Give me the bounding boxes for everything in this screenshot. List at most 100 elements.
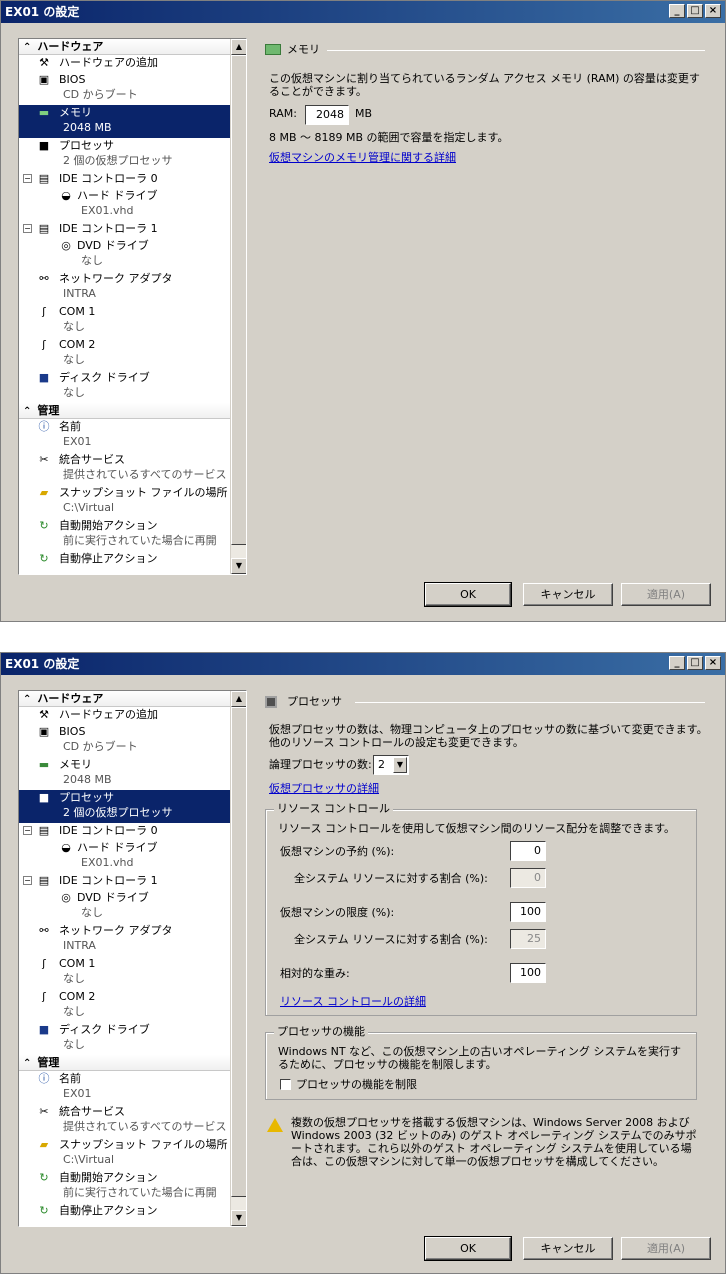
tree-scrollbar[interactable]: ▲ ▼ — [230, 691, 246, 1226]
disk-icon: ◒ — [61, 189, 71, 202]
tree-item-disk-drive[interactable]: ■ ディスク ドライブ なし — [19, 1022, 231, 1055]
scroll-up-button[interactable]: ▲ — [231, 691, 246, 707]
weight-input[interactable]: 100 — [510, 963, 546, 983]
network-icon: ⚯ — [39, 924, 49, 937]
processor-count-select[interactable]: 2 ▼ — [373, 755, 409, 775]
ram-input[interactable]: 2048 — [305, 105, 349, 125]
section-management[interactable]: ⌃ 管理 — [19, 1055, 231, 1071]
tree-item-bios[interactable]: ▣ BIOS CD からブート — [19, 72, 231, 105]
tree-item-processor[interactable]: ■ プロセッサ 2 個の仮想プロセッサ — [19, 790, 231, 823]
tree-item-snapshot-location[interactable]: ▰ スナップショット ファイルの場所 C:\Virtual — [19, 485, 231, 518]
tree-item-memory[interactable]: ▬ メモリ 2048 MB — [19, 757, 231, 790]
dvd-icon: ◎ — [61, 239, 71, 252]
scroll-thumb[interactable] — [231, 55, 246, 545]
collapse-toggle[interactable]: − — [23, 876, 32, 885]
apply-button[interactable]: 適用(A) — [621, 583, 711, 606]
scroll-thumb[interactable] — [231, 707, 246, 1197]
tree-item-integration-services[interactable]: ✂ 統合サービス 提供されているすべてのサービス — [19, 452, 231, 485]
collapse-toggle[interactable]: − — [23, 826, 32, 835]
tree-item-ide0[interactable]: − ▤ IDE コントローラ 0 — [19, 171, 231, 188]
collapse-icon: ⌃ — [23, 1058, 32, 1069]
dropdown-arrow-icon: ▼ — [393, 757, 407, 773]
ok-button[interactable]: OK — [424, 582, 512, 607]
refresh-icon: ↻ — [39, 1204, 49, 1217]
maximize-button[interactable]: □ — [687, 656, 703, 670]
tools-icon: ✂ — [39, 1105, 49, 1118]
weight-label: 相対的な重み: — [280, 967, 350, 980]
window-titlebar: EX01 の設定 _ □ × — [1, 1, 725, 23]
maximize-button[interactable]: □ — [687, 4, 703, 18]
section-hardware[interactable]: ⌃ ハードウェア — [19, 39, 231, 55]
section-management[interactable]: ⌃ 管理 — [19, 403, 231, 419]
processor-functionality-title: プロセッサの機能 — [274, 1025, 368, 1039]
cancel-button[interactable]: キャンセル — [523, 583, 613, 606]
tree-item-hard-drive[interactable]: ◒ ハード ドライブ EX01.vhd — [19, 840, 231, 873]
tree-item-ide0[interactable]: − ▤ IDE コントローラ 0 — [19, 823, 231, 840]
tree-item-bios[interactable]: ▣ BIOS CD からブート — [19, 724, 231, 757]
memory-help-link[interactable]: 仮想マシンのメモリ管理に関する詳細 — [269, 151, 456, 165]
collapse-toggle[interactable]: − — [23, 224, 32, 233]
processor-functionality-group: プロセッサの機能 Windows NT など、この仮想マシン上の古いオペレーティ… — [265, 1025, 697, 1100]
processor-help-link[interactable]: 仮想プロセッサの詳細 — [269, 782, 379, 796]
tree-item-com2[interactable]: ʃ COM 2 なし — [19, 989, 231, 1022]
processor-settings-panel: プロセッサ 仮想プロセッサの数は、物理コンピュータ上のプロセッサの数に基づいて変… — [255, 686, 715, 1231]
warning-text: 複数の仮想プロセッサを搭載する仮想マシンは、Windows Server 200… — [291, 1116, 697, 1168]
cancel-button[interactable]: キャンセル — [523, 1237, 613, 1260]
close-button[interactable]: × — [705, 4, 721, 18]
scroll-up-button[interactable]: ▲ — [231, 39, 246, 55]
tree-item-name[interactable]: ⓘ 名前 EX01 — [19, 419, 231, 452]
limit-functionality-checkbox[interactable] — [280, 1079, 291, 1090]
tree-item-com1[interactable]: ʃ COM 1 なし — [19, 304, 231, 337]
tree-item-network-adapter[interactable]: ⚯ ネットワーク アダプタ INTRA — [19, 271, 231, 304]
collapse-icon: ⌃ — [23, 42, 32, 53]
tree-item-autostop[interactable]: ↻ 自動停止アクション — [19, 551, 231, 568]
tree-item-add-hardware[interactable]: ⚒ ハードウェアの追加 — [19, 707, 231, 724]
tree-item-ide1[interactable]: − ▤ IDE コントローラ 1 — [19, 873, 231, 890]
tree-item-dvd-drive[interactable]: ◎ DVD ドライブ なし — [19, 238, 231, 271]
tree-item-ide1[interactable]: − ▤ IDE コントローラ 1 — [19, 221, 231, 238]
tools-icon: ✂ — [39, 453, 49, 466]
controller-icon: ▤ — [38, 824, 50, 837]
tree-item-memory[interactable]: ▬ メモリ 2048 MB — [19, 105, 231, 138]
tree-item-autostop[interactable]: ↻ 自動停止アクション — [19, 1203, 231, 1220]
tree-item-snapshot-location[interactable]: ▰ スナップショット ファイルの場所 C:\Virtual — [19, 1137, 231, 1170]
tree-item-com1[interactable]: ʃ COM 1 なし — [19, 956, 231, 989]
tree-item-hard-drive[interactable]: ◒ ハード ドライブ EX01.vhd — [19, 188, 231, 221]
resource-control-help-link[interactable]: リソース コントロールの詳細 — [280, 995, 426, 1009]
collapse-toggle[interactable]: − — [23, 174, 32, 183]
warning-icon — [267, 1118, 283, 1132]
wrench-icon: ⚒ — [39, 708, 49, 721]
tree-item-add-hardware[interactable]: ⚒ ハードウェアの追加 — [19, 55, 231, 72]
info-icon: ⓘ — [38, 1072, 50, 1085]
folder-icon: ▰ — [39, 486, 49, 499]
info-icon: ⓘ — [38, 420, 50, 433]
collapse-icon: ⌃ — [23, 694, 32, 705]
tree-item-name[interactable]: ⓘ 名前 EX01 — [19, 1071, 231, 1104]
minimize-button[interactable]: _ — [669, 4, 685, 18]
reserve-label: 仮想マシンの予約 (%): — [280, 845, 395, 858]
close-button[interactable]: × — [705, 656, 721, 670]
ok-button[interactable]: OK — [424, 1236, 512, 1261]
apply-button[interactable]: 適用(A) — [621, 1237, 711, 1260]
reserve-input[interactable]: 0 — [510, 841, 546, 861]
refresh-icon: ↻ — [39, 1171, 49, 1184]
tree-scrollbar[interactable]: ▲ ▼ — [230, 39, 246, 574]
limit-input[interactable]: 100 — [510, 902, 546, 922]
scroll-down-button[interactable]: ▼ — [231, 558, 246, 574]
tree-item-integration-services[interactable]: ✂ 統合サービス 提供されているすべてのサービス — [19, 1104, 231, 1137]
scroll-down-button[interactable]: ▼ — [231, 1210, 246, 1226]
processor-functionality-description: Windows NT など、この仮想マシン上の古いオペレーティング システムを実… — [278, 1045, 681, 1071]
panel-header: メモリ — [265, 42, 705, 58]
tree-item-dvd-drive[interactable]: ◎ DVD ドライブ なし — [19, 890, 231, 923]
section-hardware[interactable]: ⌃ ハードウェア — [19, 691, 231, 707]
reserve-percent-label: 全システム リソースに対する割合 (%): — [294, 872, 488, 885]
tree-item-com2[interactable]: ʃ COM 2 なし — [19, 337, 231, 370]
settings-tree: ⌃ ハードウェア ⚒ ハードウェアの追加 ▣ BIOS CD からブート ▬ メモ… — [18, 38, 247, 575]
tree-item-processor[interactable]: ■ プロセッサ 2 個の仮想プロセッサ — [19, 138, 231, 171]
minimize-button[interactable]: _ — [669, 656, 685, 670]
chip-icon: ▣ — [38, 725, 50, 738]
tree-item-autostart[interactable]: ↻ 自動開始アクション 前に実行されていた場合に再開 — [19, 518, 231, 551]
tree-item-disk-drive[interactable]: ■ ディスク ドライブ なし — [19, 370, 231, 403]
tree-item-autostart[interactable]: ↻ 自動開始アクション 前に実行されていた場合に再開 — [19, 1170, 231, 1203]
tree-item-network-adapter[interactable]: ⚯ ネットワーク アダプタ INTRA — [19, 923, 231, 956]
